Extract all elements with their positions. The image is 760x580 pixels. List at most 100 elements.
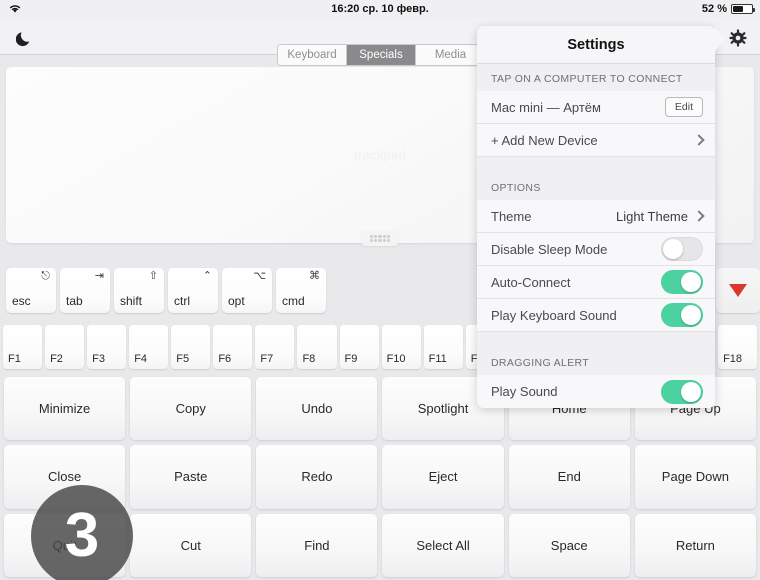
triangle-down-key[interactable] [716,268,760,313]
modifier-key-label: esc [12,294,31,308]
disable-sleep-mode-label: Disable Sleep Mode [491,241,608,257]
modifier-glyph-icon: ⌃ [202,270,212,282]
action-key-minimize[interactable]: Minimize [4,377,126,441]
modifier-key-label: shift [120,294,143,308]
modifier-key-label: ctrl [174,294,190,308]
function-key-label: F5 [176,353,190,365]
modifier-key-tab[interactable]: ⇥ tab [60,268,110,313]
function-key-f18[interactable]: F18 [718,325,758,369]
auto-connect-label: Auto-Connect [491,274,571,290]
options-section-header: OPTIONS [477,173,715,200]
auto-connect-row[interactable]: Auto-Connect [477,266,715,299]
action-key-paste[interactable]: Paste [130,445,252,509]
function-key-f1[interactable]: F1 [3,325,43,369]
play-keyboard-sound-toggle[interactable] [661,303,703,327]
play-sound-row[interactable]: Play Sound [477,375,715,408]
action-key-end[interactable]: End [508,445,630,509]
battery-icon [731,4,755,14]
gear-icon[interactable] [725,25,751,51]
chevron-right-icon [693,134,705,146]
action-key-undo[interactable]: Undo [256,377,378,441]
function-key-f2[interactable]: F2 [45,325,85,369]
disable-sleep-mode-toggle[interactable] [661,237,703,261]
device-row[interactable]: Mac mini — Артём Edit [477,91,715,124]
modifier-key-shift[interactable]: ⇧ shift [114,268,164,313]
action-key-page-down[interactable]: Page Down [634,445,756,509]
function-key-label: F8 [302,353,316,365]
theme-label: Theme [491,208,532,224]
function-key-label: F6 [218,353,232,365]
modifier-glyph-icon: ⇧ [148,270,158,282]
tap-count-overlay: 3 [31,485,133,580]
action-key-space[interactable]: Space [508,513,630,577]
connect-section-header: TAP ON A COMPUTER TO CONNECT [477,64,715,91]
function-key-f7[interactable]: F7 [255,325,295,369]
modifier-glyph-icon: ⌥ [253,270,266,282]
page-title: Settings [477,26,715,63]
action-key-select-all[interactable]: Select All [382,513,504,577]
triangle-down-icon [729,284,747,297]
mode-tabs[interactable]: Keyboard Specials Media [277,44,486,66]
play-keyboard-sound-label: Play Keyboard Sound [491,307,617,323]
tab-media[interactable]: Media [416,45,485,65]
auto-connect-toggle[interactable] [661,270,703,294]
battery-percent: 52 % [701,3,727,15]
action-key-redo[interactable]: Redo [256,445,378,509]
tab-keyboard[interactable]: Keyboard [278,45,347,65]
action-key-copy[interactable]: Copy [130,377,252,441]
add-device-row[interactable]: + Add New Device [477,124,715,157]
function-key-f9[interactable]: F9 [339,325,379,369]
action-key-return[interactable]: Return [634,513,756,577]
disable-sleep-mode-row[interactable]: Disable Sleep Mode [477,233,715,266]
function-key-f8[interactable]: F8 [297,325,337,369]
modifier-glyph-icon: ⇥ [94,270,104,282]
function-key-f10[interactable]: F10 [381,325,421,369]
play-sound-toggle[interactable] [661,379,703,404]
function-key-label: F4 [134,353,148,365]
function-key-f5[interactable]: F5 [171,325,211,369]
battery-indicator: 52 % [701,3,755,15]
chevron-right-icon [693,210,705,222]
spacer [477,332,715,348]
settings-popover: Settings TAP ON A COMPUTER TO CONNECT Ma… [477,26,715,408]
action-key-cut[interactable]: Cut [130,513,252,577]
function-key-f6[interactable]: F6 [213,325,253,369]
theme-value: Light Theme [615,208,688,224]
dragging-section-header: DRAGGING ALERT [477,348,715,375]
modifier-key-label: opt [228,294,245,308]
function-key-f4[interactable]: F4 [129,325,169,369]
function-key-label: F7 [260,353,274,365]
function-key-label: F10 [386,353,406,365]
function-key-label: F3 [92,353,105,365]
modifier-key-label: tab [66,294,83,308]
play-sound-label: Play Sound [491,384,558,399]
edit-button[interactable]: Edit [664,97,703,117]
function-key-label: F1 [8,353,21,365]
modifier-glyph-icon: ⌘ [309,270,320,282]
function-key-f3[interactable]: F3 [87,325,127,369]
action-key-find[interactable]: Find [256,513,378,577]
modifier-key-row: ⎋ esc ⇥ tab ⇧ shift ⌃ ctrl ⌥ opt ⌘ cmd [6,268,326,313]
moon-icon[interactable] [11,25,37,51]
add-device-label: + Add New Device [491,132,598,148]
modifier-key-ctrl[interactable]: ⌃ ctrl [168,268,218,313]
function-key-label: F9 [344,353,358,365]
play-keyboard-sound-row[interactable]: Play Keyboard Sound [477,299,715,332]
grip-handle-icon[interactable] [361,231,399,246]
modifier-glyph-icon: ⎋ [41,270,50,282]
function-key-label: F11 [428,353,447,365]
popover-arrow [714,26,726,52]
function-key-f11[interactable]: F11 [423,325,463,369]
function-key-label: F18 [723,353,743,365]
tab-specials[interactable]: Specials [347,45,416,65]
theme-row[interactable]: Theme Light Theme [477,200,715,233]
status-time: 16:20 ср. 10 февр. [331,3,429,15]
modifier-key-cmd[interactable]: ⌘ cmd [276,268,326,313]
app-root: 16:20 ср. 10 февр. 52 % Keyboard Special… [0,0,760,580]
modifier-key-label: cmd [282,294,305,308]
action-key-eject[interactable]: Eject [382,445,504,509]
modifier-key-esc[interactable]: ⎋ esc [6,268,56,313]
modifier-key-opt[interactable]: ⌥ opt [222,268,272,313]
function-key-label: F2 [50,353,63,365]
spacer [477,157,715,173]
